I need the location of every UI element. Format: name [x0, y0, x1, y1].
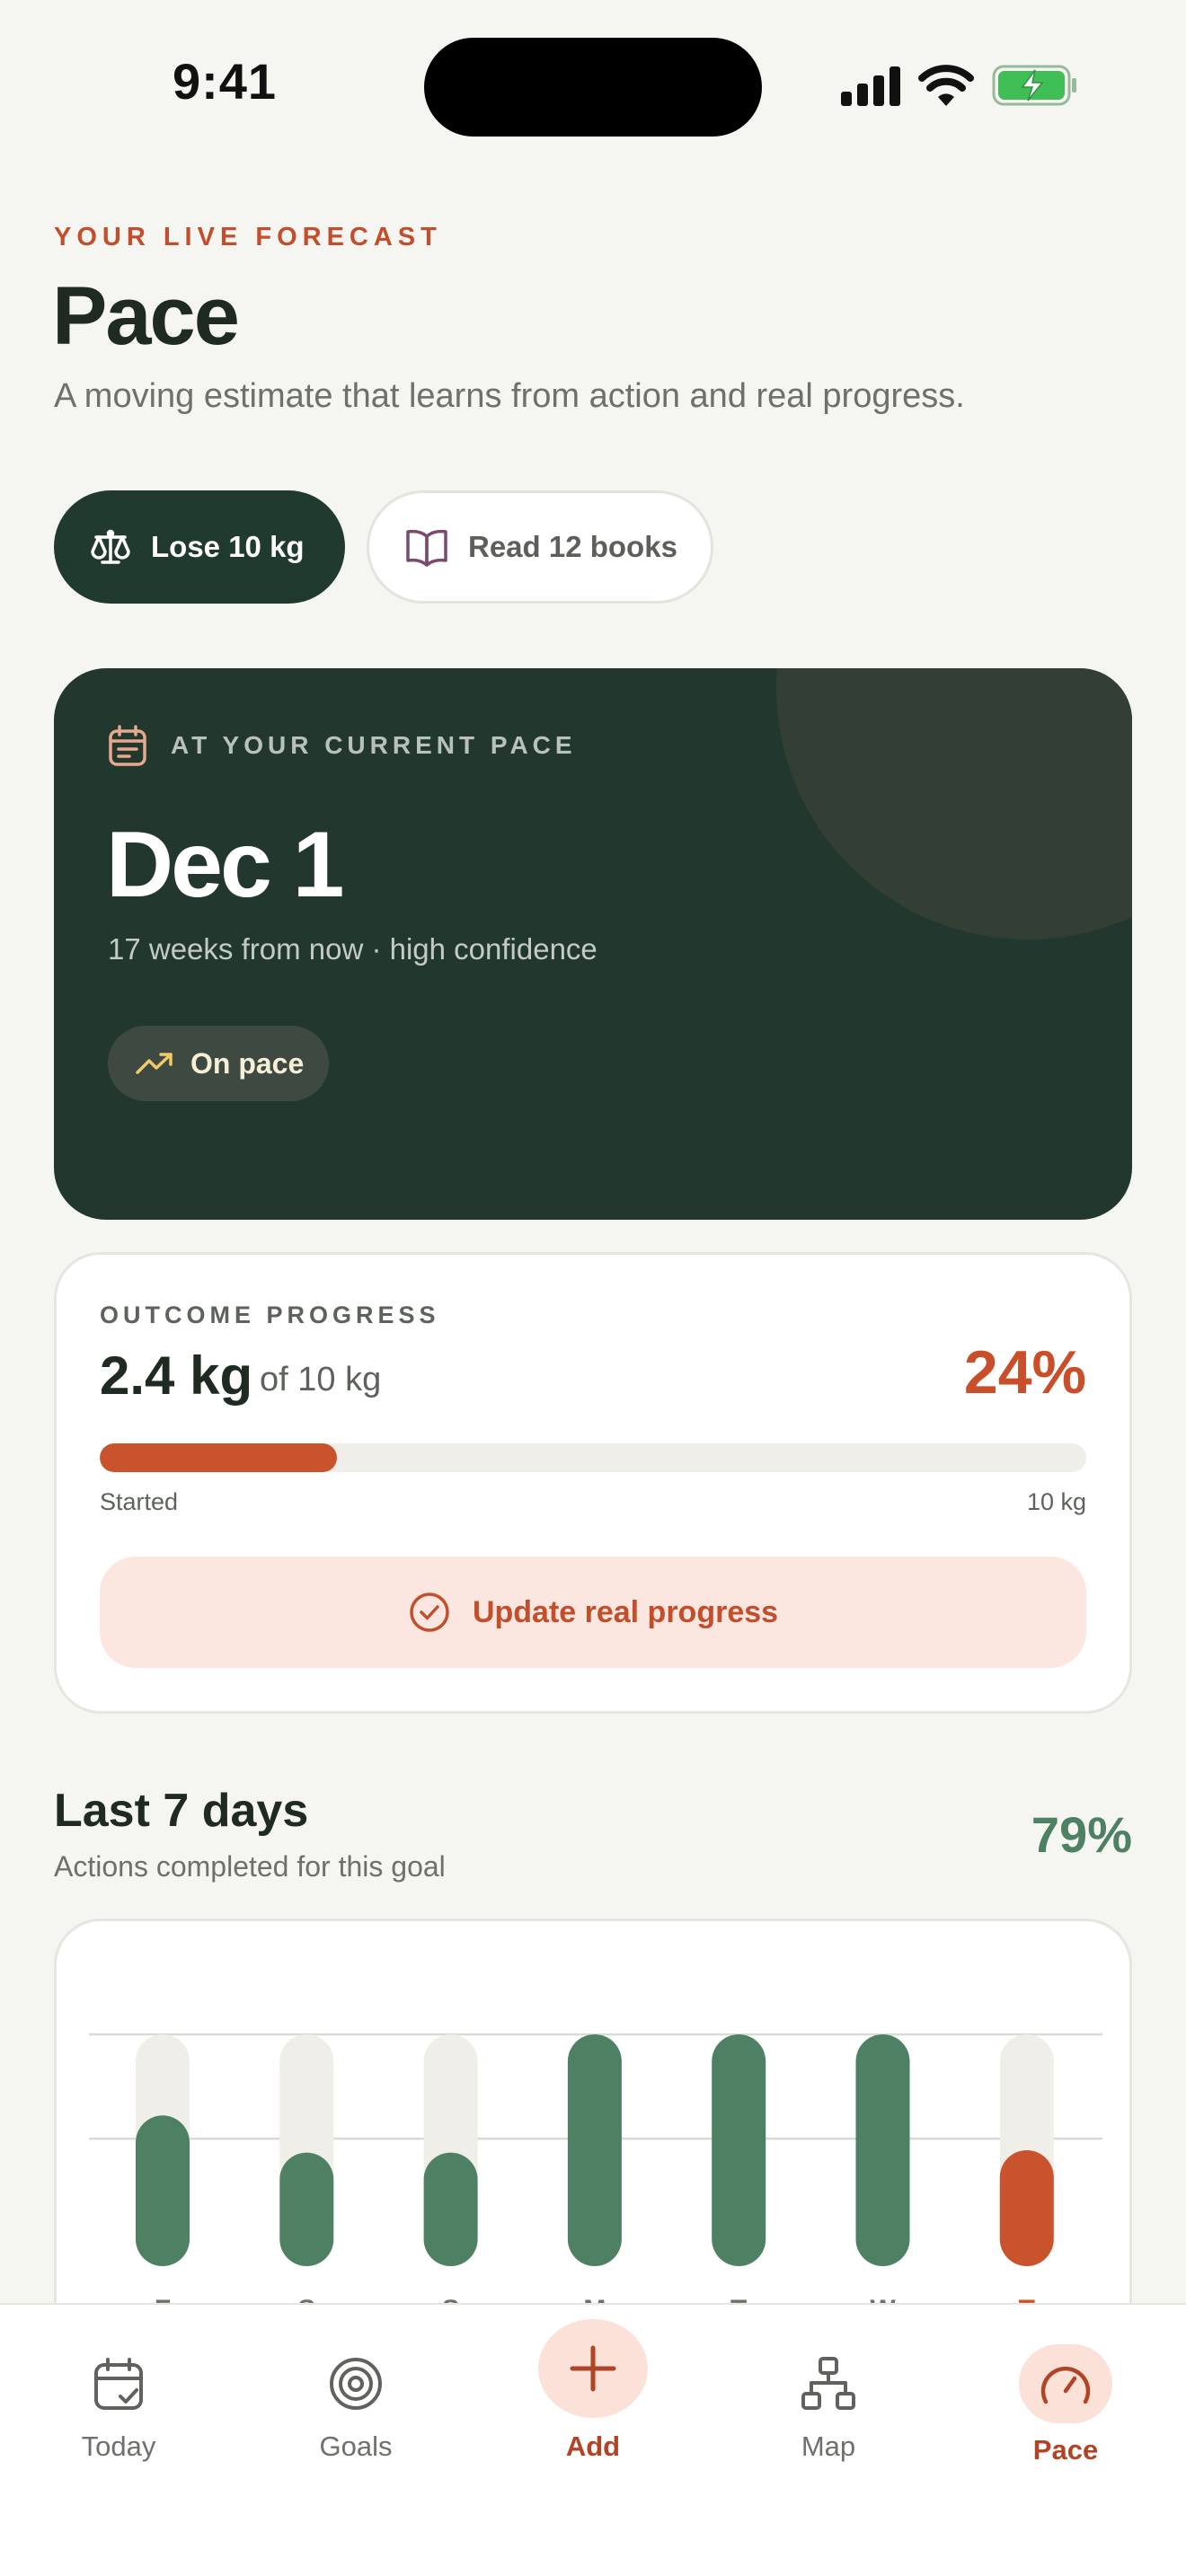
- tab-label: Map: [801, 2430, 856, 2462]
- page-subtitle: A moving estimate that learns from actio…: [54, 377, 965, 415]
- update-progress-label: Update real progress: [472, 1594, 779, 1629]
- calendar-check-icon: [94, 2358, 143, 2410]
- scale-icon: [91, 529, 130, 564]
- tab-pace[interactable]: Pace: [976, 2344, 1155, 2488]
- target-icon: [330, 2358, 382, 2410]
- tab-label: Goals: [319, 2430, 393, 2462]
- update-progress-button[interactable]: Update real progress: [100, 1557, 1086, 1668]
- bar: [999, 2150, 1054, 2266]
- plus-icon: [570, 2345, 616, 2392]
- bar: [423, 2152, 478, 2266]
- eyebrow-label: YOUR LIVE FORECAST: [54, 223, 442, 251]
- outcome-progress-card: OUTCOME PROGRESS 2.4 kg of 10 kg 24% Sta…: [54, 1252, 1132, 1714]
- tab-map[interactable]: Map: [739, 2355, 918, 2499]
- book-icon: [406, 529, 447, 567]
- progress-start-label: Started: [100, 1488, 179, 1515]
- wifi-icon: [918, 65, 974, 106]
- decorative-circle: [776, 668, 1132, 940]
- tab-label: Add: [565, 2430, 621, 2462]
- tab-add[interactable]: Add: [503, 2319, 683, 2463]
- calendar-icon: [109, 725, 146, 766]
- bar: [712, 2034, 766, 2266]
- map-network-icon: [801, 2357, 855, 2410]
- progress-fill: [100, 1443, 337, 1472]
- goal-chip-lose-weight[interactable]: Lose 10 kg: [54, 490, 345, 604]
- status-badge: On pace: [108, 1026, 329, 1101]
- active-tab-indicator: [1019, 2344, 1112, 2423]
- status-time: 9:41: [172, 53, 278, 110]
- outcome-label: OUTCOME PROGRESS: [100, 1301, 440, 1328]
- tab-today[interactable]: Today: [29, 2355, 208, 2499]
- battery-charging-icon: [992, 65, 1076, 106]
- add-button[interactable]: [538, 2319, 648, 2418]
- tab-bar: Today Goals Add Map Pace: [0, 2303, 1186, 2576]
- tab-label: Pace: [1032, 2434, 1099, 2466]
- speedometer-icon: [1040, 2366, 1091, 2404]
- bar: [855, 2034, 910, 2266]
- cellular-signal-icon: [841, 66, 900, 106]
- goal-chip-read-books[interactable]: Read 12 books: [367, 490, 713, 604]
- bar: [567, 2034, 622, 2266]
- bar: [136, 2115, 190, 2266]
- bar: [279, 2152, 334, 2266]
- week-completion-percent: 79%: [1031, 1806, 1132, 1863]
- check-circle-icon: [410, 1592, 449, 1632]
- section-title: Last 7 days: [54, 1785, 309, 1837]
- page-title: Pace: [52, 270, 240, 362]
- goal-chip-label: Lose 10 kg: [151, 530, 305, 563]
- tab-goals[interactable]: Goals: [266, 2355, 446, 2499]
- forecast-date: Dec 1: [106, 813, 345, 917]
- section-subtitle: Actions completed for this goal: [54, 1850, 446, 1883]
- dynamic-island: [424, 38, 762, 137]
- outcome-target: of 10 kg: [260, 1361, 382, 1398]
- forecast-label: AT YOUR CURRENT PACE: [171, 731, 577, 759]
- forecast-subtitle: 17 weeks from now · high confidence: [108, 932, 597, 966]
- progress-end-label: 10 kg: [1026, 1488, 1086, 1515]
- goal-chip-label: Read 12 books: [468, 530, 677, 563]
- status-badge-label: On pace: [190, 1046, 305, 1080]
- forecast-card: AT YOUR CURRENT PACE Dec 1 17 weeks from…: [54, 668, 1132, 1220]
- progress-bar: [100, 1443, 1086, 1472]
- outcome-value: 2.4 kg: [100, 1345, 253, 1406]
- outcome-percent: 24%: [963, 1338, 1086, 1407]
- tab-label: Today: [81, 2430, 156, 2462]
- trending-up-icon: [136, 1053, 173, 1074]
